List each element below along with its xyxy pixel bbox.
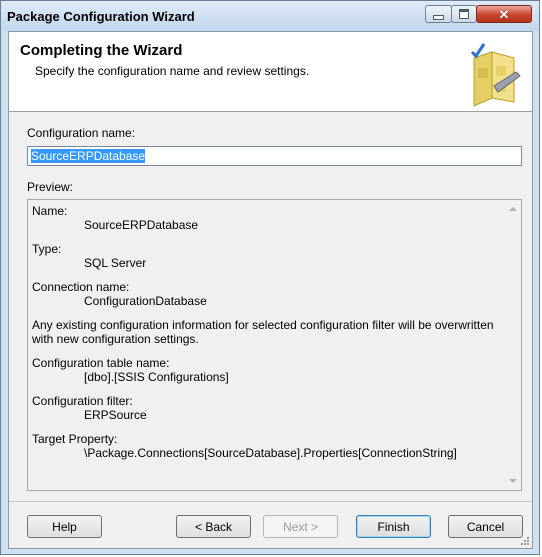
next-button: Next > [263, 515, 338, 538]
preview-scrollbar[interactable] [504, 200, 521, 490]
help-button[interactable]: Help [27, 515, 102, 538]
name-label: Name: [32, 204, 68, 218]
scroll-down-icon[interactable] [509, 479, 517, 483]
maximize-button[interactable] [451, 5, 477, 23]
window-title: Package Configuration Wizard [7, 9, 195, 24]
type-value: SQL Server [84, 256, 147, 270]
table-name-label: Configuration table name: [32, 356, 170, 370]
target-property-label: Target Property: [32, 432, 118, 446]
preview-box[interactable]: Name: SourceERPDatabase Type: SQL Server… [27, 199, 522, 491]
minimize-button[interactable] [425, 5, 452, 23]
wizard-window: Package Configuration Wizard ✕ Completin… [0, 0, 540, 555]
config-name-input[interactable]: SourceERPDatabase [27, 146, 522, 166]
filter-label: Configuration filter: [32, 394, 133, 408]
wizard-frame: Completing the Wizard Specify the config… [8, 31, 533, 549]
connection-value: ConfigurationDatabase [84, 294, 207, 308]
table-name-value: [dbo].[SSIS Configurations] [84, 370, 229, 384]
filter-value: ERPSource [84, 408, 147, 422]
footer-divider [9, 501, 532, 502]
cancel-button[interactable]: Cancel [448, 515, 523, 538]
wizard-header: Completing the Wizard Specify the config… [9, 32, 532, 112]
config-name-label: Configuration name: [27, 126, 136, 140]
wizard-puzzle-icon [470, 43, 521, 107]
close-icon: ✕ [498, 6, 510, 22]
close-button[interactable]: ✕ [476, 5, 532, 23]
target-property-value: \Package.Connections[SourceDatabase].Pro… [84, 446, 457, 460]
page-title: Completing the Wizard [20, 42, 183, 59]
overwrite-warning: Any existing configuration information f… [32, 318, 494, 346]
scroll-up-icon[interactable] [509, 207, 517, 211]
preview-content: Name: SourceERPDatabase Type: SQL Server… [32, 204, 498, 470]
preview-label: Preview: [27, 180, 74, 194]
back-button[interactable]: < Back [176, 515, 251, 538]
minimize-icon [433, 14, 444, 20]
page-subtitle: Specify the configuration name and revie… [35, 64, 310, 78]
finish-button[interactable]: Finish [356, 515, 431, 538]
resize-grip-icon[interactable] [520, 536, 530, 546]
config-name-value: SourceERPDatabase [31, 149, 146, 163]
maximize-icon [459, 9, 469, 19]
type-label: Type: [32, 242, 62, 256]
name-value: SourceERPDatabase [84, 218, 199, 232]
title-bar[interactable]: Package Configuration Wizard ✕ [1, 1, 539, 31]
connection-label: Connection name: [32, 280, 130, 294]
